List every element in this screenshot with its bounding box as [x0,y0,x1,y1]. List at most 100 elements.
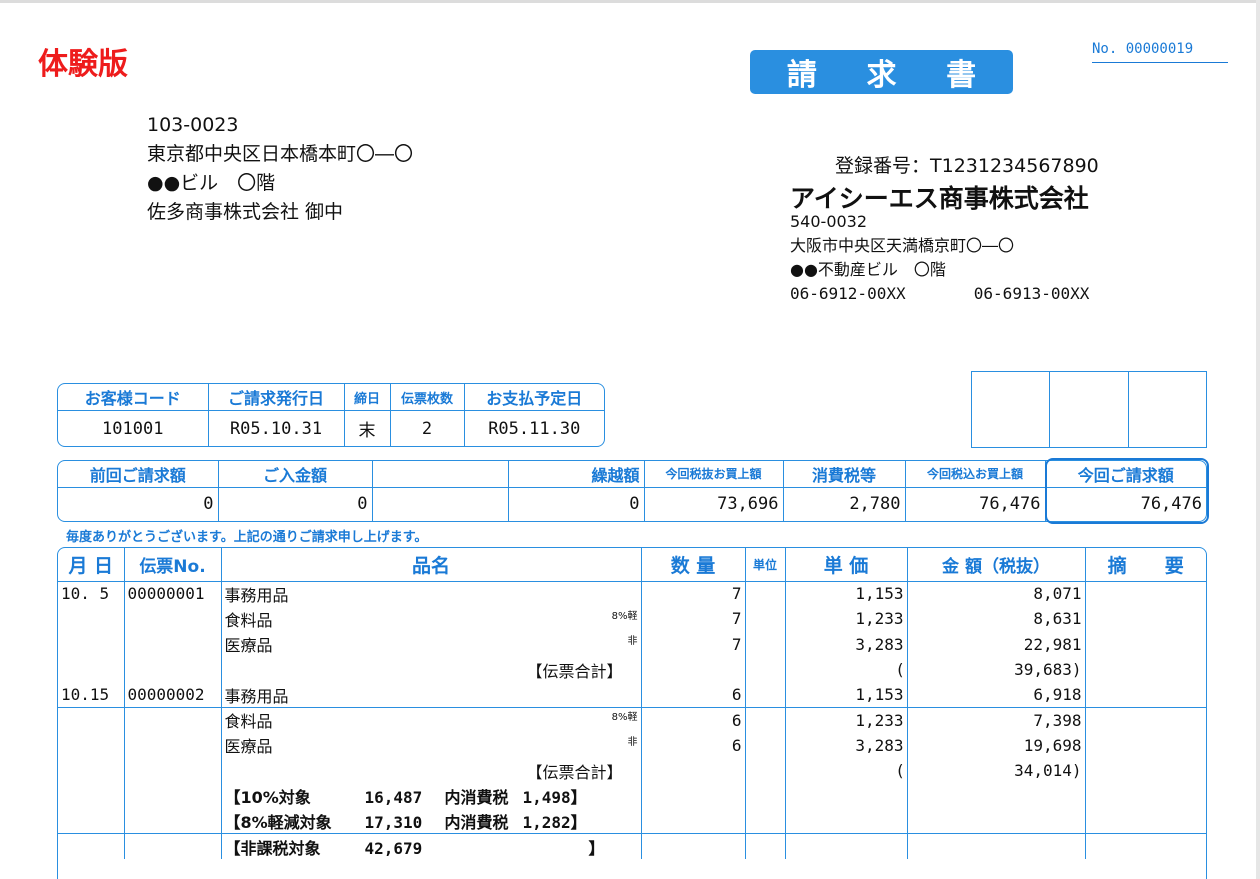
consumption-tax: 2,780 [782,486,906,521]
row-item-name: 食料品 [224,712,273,732]
row-date: 10. 5 [58,581,125,607]
subtotal-row: 【伝票合計】 ( 34,014) [58,758,1206,784]
summary-header: 伝票枚数 [389,384,465,412]
totals-header: ご入金額 [217,461,373,488]
invoice-title: 請 求 書 [750,50,1013,94]
customer-name: 佐多商事株式会社 御中 [147,201,344,223]
tax-summary-label: 【非課税対象 [224,838,321,858]
tax-mark: 8%軽 [611,712,638,724]
payment-received: 0 [217,486,373,521]
col-slip: 伝票No. [123,548,222,582]
row-amount: 19,698 [906,732,1086,759]
row-item-name: 食料品 [224,610,273,630]
row-amount: 22,981 [906,631,1086,657]
table-row: 食料品 8%軽 6 1,233 7,398 [58,707,1206,733]
row-item-name: 医療品 [224,737,273,757]
stamp-box [970,371,1051,448]
row-qty: 7 [640,631,746,657]
carried-over: 0 [507,486,645,521]
customer-address: 103-0023 東京都中央区日本橋本町〇―〇 ●●ビル 〇階 佐多商事株式会社… [147,111,413,227]
totals-header: 今回税込お買上額 [904,461,1046,488]
title-char: 請 [786,58,817,93]
row-price: 1,153 [784,581,908,607]
stamp-box [1127,371,1208,448]
row-price: 3,283 [784,732,908,759]
invoice-sheet: 体験版 請 求 書 No. 00000019 103-0023 東京都中央区日本… [0,0,1256,879]
tax-summary-tax: 1,498】 [522,788,587,808]
tax-mark: 非 [627,636,638,648]
col-remarks: 摘 要 [1084,548,1206,582]
payment-date: R05.11.30 [463,410,604,446]
row-item: 事務用品 [220,682,642,708]
col-amount: 金 額（税抜） [906,548,1086,582]
totals-header: 今回税抜お買上額 [643,461,784,488]
col-item: 品名 [220,548,642,582]
tax-summary-label: 【8%軽減対象 [224,813,332,833]
customer-addr1: 東京都中央区日本橋本町〇―〇 [147,143,414,165]
row-unit [744,581,786,607]
tax-summary-row: 【10%対象 16,487 内消費税 1,498】 [58,783,1206,809]
row-item: 医療品 非 [220,732,642,759]
row-amount: 7,398 [906,707,1086,733]
tax-summary-amount: 16,487 [364,788,423,808]
row-amount: 8,071 [906,581,1086,607]
row-item: 食料品 8%軽 [220,707,642,733]
row-price: 1,233 [784,707,908,733]
title-char: 書 [946,58,977,93]
row-price: 3,283 [784,631,908,657]
row-item: 事務用品 [220,581,642,607]
row-item: 医療品 非 [220,631,642,657]
tax-summary-row: 【8%軽減対象 17,310 内消費税 1,282】 [58,808,1206,835]
paren-open: ( [784,758,908,784]
issuer-fax: 06-6913-00XX [973,284,1090,303]
col-qty: 数 量 [640,548,746,582]
summary-header: ご請求発行日 [207,384,345,412]
col-date: 月 日 [58,548,125,582]
totals-box: 前回ご請求額 ご入金額 繰越額 今回税抜お買上額 消費税等 今回税込お買上額 今… [57,460,1207,522]
issuer-tel: 06-6912-00XX [790,284,906,303]
row-price: 1,233 [784,606,908,632]
summary-header: お支払予定日 [463,384,604,412]
row-item: 食料品 8%軽 [220,606,642,632]
table-row: 10. 5 00000001 事務用品 7 1,153 8,071 [58,581,1206,607]
stamp-box [1049,371,1129,448]
row-slip: 00000001 [123,581,222,607]
invoice-number: No. 00000019 [1092,41,1228,63]
title-char: 求 [866,58,897,93]
tax-summary-amount: 42,679 [364,838,423,858]
row-qty: 7 [640,581,746,607]
row-qty: 6 [640,682,746,708]
row-subtotal: 34,014) [906,758,1086,784]
totals-header: 前回ご請求額 [58,461,219,488]
tax-summary-label: 【10%対象 [224,788,311,808]
issuer-address: 540-0032 大阪市中央区天満橋京町〇―〇 ●●不動産ビル 〇階 06-69… [790,210,1089,306]
issuer-phone-line: 06-6912-00XX 06-6913-00XX [790,282,1089,306]
table-row: 食料品 8%軽 7 1,233 8,631 [58,606,1206,632]
purchases-excl-tax: 73,696 [643,486,784,521]
tax-summary-row: 【非課税対象 42,679 】 [58,833,1206,860]
thanks-message: 毎度ありがとうございます。上記の通りご請求申し上げます。 [66,530,428,545]
issuer-addr1: 大阪市中央区天満橋京町〇―〇 [790,236,1015,255]
registration-number: 登録番号：T1231234567890 [835,155,1099,177]
blank-cell [371,486,509,521]
totals-header [371,461,509,488]
tax-summary-tax: 1,282】 [522,813,587,833]
subtotal-label: 【伝票合計】 [220,758,642,784]
tax-summary-tax: 】 [588,838,605,858]
previous-billing: 0 [58,486,219,521]
col-price: 単 価 [784,548,908,582]
customer-summary: お客様コード ご請求発行日 締日 伝票枚数 お支払予定日 101001 R05.… [57,383,605,447]
row-item-name: 事務用品 [224,585,289,605]
summary-header: お客様コード [58,384,209,412]
row-date: 10.15 [58,682,125,708]
tax-mark: 8%軽 [611,610,638,622]
row-qty: 6 [640,732,746,759]
stamp-boxes [970,371,1208,448]
closing-day: 末 [343,410,391,446]
subtotal-label: 【伝票合計】 [220,656,642,683]
issue-date: R05.10.31 [207,410,345,446]
tax-summary-amount: 17,310 [364,813,423,833]
issuer-addr2: ●●不動産ビル 〇階 [790,260,946,279]
totals-header: 消費税等 [782,461,906,488]
current-billing-highlight [1045,458,1209,524]
